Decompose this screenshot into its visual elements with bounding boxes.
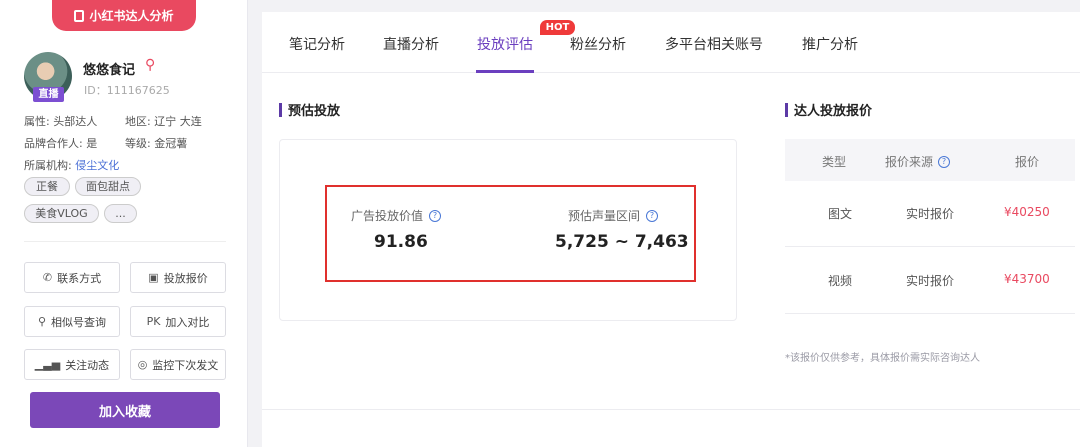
tag-item[interactable]: 正餐: [24, 177, 70, 196]
contact-button[interactable]: ✆ 联系方式: [24, 262, 120, 293]
help-icon[interactable]: ?: [938, 155, 951, 168]
quote-label: 投放报价: [163, 271, 208, 285]
add-to-favorites-button[interactable]: 加入收藏: [30, 392, 220, 428]
tab-promotion-analysis[interactable]: 推广分析: [802, 34, 858, 54]
follow-label: 关注动态: [65, 358, 110, 372]
region-text: 地区: 辽宁 大连: [125, 115, 202, 128]
contact-label: 联系方式: [57, 271, 102, 285]
header-source: 报价来源 ?: [885, 153, 951, 170]
row-price: ¥43700: [1004, 272, 1050, 286]
row-type: 视频: [828, 274, 853, 288]
tag-item[interactable]: 面包甜点: [75, 177, 141, 196]
volume-label-text: 预估声量区间: [568, 209, 641, 223]
row-source: 实时报价: [906, 207, 955, 221]
row-type: 图文: [828, 207, 853, 221]
header-price: 报价: [1015, 155, 1040, 169]
help-icon[interactable]: ?: [646, 209, 659, 222]
similar-search-button[interactable]: ⚲ 相似号查询: [24, 306, 120, 337]
ad-value-label: 广告投放价值 ?: [351, 207, 442, 224]
main-panel: 笔记分析 直播分析 投放评估 粉丝分析 多平台相关账号 推广分析 HOT 预估投…: [262, 12, 1080, 447]
location-icon: ◎: [137, 358, 148, 371]
help-icon[interactable]: ?: [429, 209, 442, 222]
live-badge: 直播: [33, 87, 64, 102]
tab-notes-analysis[interactable]: 笔记分析: [289, 34, 345, 54]
attribute-text: 属性: 头部达人: [24, 115, 98, 128]
pk-icon: PK: [146, 315, 161, 328]
volume-label: 预估声量区间 ?: [568, 207, 659, 224]
divider: [262, 409, 1080, 410]
estimate-section-title: 预估投放: [279, 100, 340, 119]
ad-value: 91.86: [374, 232, 428, 252]
pricing-section-title: 达人投放报价: [785, 100, 872, 119]
header-source-text: 报价来源: [885, 155, 934, 169]
pricing-title-text: 达人投放报价: [794, 104, 873, 119]
follow-updates-button[interactable]: ▁▃▅ 关注动态: [24, 349, 120, 380]
organization-row: 所属机构: 侵尘文化: [24, 157, 119, 173]
banner-label: 小红书达人分析: [89, 9, 174, 23]
ad-value-label-text: 广告投放价值: [351, 209, 424, 223]
compare-label: 加入对比: [165, 315, 210, 329]
brand-partner-text: 品牌合作人: 是: [24, 137, 98, 150]
title-bar: [279, 102, 282, 117]
app-root: 小红书达人分析 直播 悠悠食记 ⚲ ID：111167625 属性: 头部达人 …: [0, 0, 1080, 447]
volume-range: 5,725 ~ 7,463: [555, 232, 689, 252]
tab-live-analysis[interactable]: 直播分析: [383, 34, 439, 54]
quote-button[interactable]: ▣ 投放报价: [130, 262, 226, 293]
row-divider: [785, 313, 1075, 314]
estimate-title-text: 预估投放: [288, 104, 341, 119]
tab-placement-evaluation[interactable]: 投放评估: [477, 34, 533, 54]
tab-bar: 笔记分析 直播分析 投放评估 粉丝分析 多平台相关账号 推广分析 HOT: [262, 12, 1080, 73]
pin-icon[interactable]: ⚲: [145, 57, 155, 73]
tab-multi-platform-accounts[interactable]: 多平台相关账号: [665, 34, 763, 54]
chart-icon: ▁▃▅: [34, 358, 61, 371]
row-price: ¥40250: [1004, 205, 1050, 219]
monitor-button[interactable]: ◎ 监控下次发文: [130, 349, 226, 380]
platform-banner: 小红书达人分析: [52, 0, 196, 31]
more-tags[interactable]: ...: [104, 204, 137, 223]
pricing-note: *该报价仅供参考，具体报价需实际咨询达人: [785, 353, 980, 364]
row-source: 实时报价: [906, 274, 955, 288]
search-icon: ⚲: [37, 315, 47, 328]
organization-link[interactable]: 侵尘文化: [75, 159, 119, 172]
level-text: 等级: 金冠薯: [125, 137, 188, 150]
pricing-table-header: 类型 报价来源 ? 报价: [785, 139, 1075, 181]
creator-name: 悠悠食记: [83, 63, 136, 78]
row-divider: [785, 246, 1075, 247]
active-tab-indicator: [476, 70, 534, 73]
document-icon: ▣: [148, 271, 159, 284]
header-type: 类型: [822, 155, 847, 169]
divider: [24, 241, 226, 242]
monitor-label: 监控下次发文: [152, 358, 219, 372]
creator-id: ID：111167625: [84, 84, 170, 97]
title-bar: [785, 102, 788, 117]
hot-badge: HOT: [540, 20, 575, 35]
similar-label: 相似号查询: [51, 315, 107, 329]
notebook-icon: [74, 9, 85, 22]
phone-icon: ✆: [42, 271, 53, 284]
tab-fans-analysis[interactable]: 粉丝分析: [570, 34, 626, 54]
sidebar: 小红书达人分析 直播 悠悠食记 ⚲ ID：111167625 属性: 头部达人 …: [0, 0, 248, 447]
organization-label: 所属机构:: [24, 159, 72, 172]
compare-button[interactable]: PK 加入对比: [130, 306, 226, 337]
tag-item[interactable]: 美食VLOG: [24, 204, 99, 223]
